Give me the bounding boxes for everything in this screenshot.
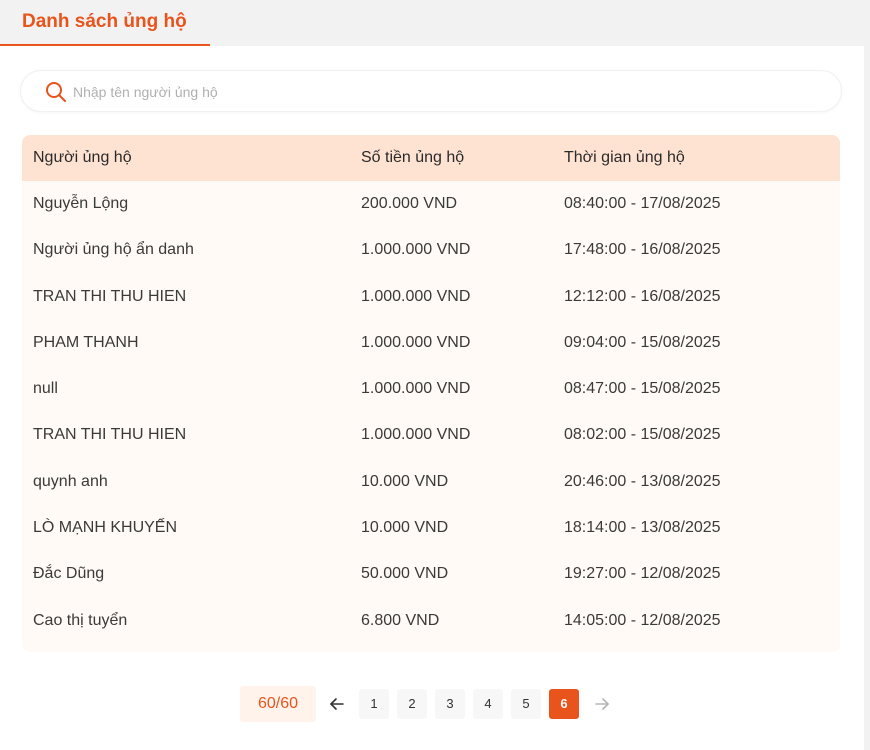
page-button-6-current[interactable]: 6 xyxy=(549,689,579,719)
table-row: quynh anh 10.000 VND 20:46:00 - 13/08/20… xyxy=(22,459,840,505)
donation-amount: 1.000.000 VND xyxy=(361,241,471,259)
table-row: TRAN THI THU HIEN 1.000.000 VND 12:12:00… xyxy=(22,274,840,320)
tab-donation-list[interactable]: Danh sách ủng hộ xyxy=(0,0,210,46)
donor-name: Cao thị tuyển xyxy=(33,611,128,629)
donor-name: Người ủng hộ ẩn danh xyxy=(33,241,194,259)
donor-name: LÒ MẠNH KHUYẾN xyxy=(33,519,178,537)
table-row: Cao thị tuyển 6.800 VND 14:05:00 - 12/08… xyxy=(22,598,840,644)
table-row: null 1.000.000 VND 08:47:00 - 15/08/2025 xyxy=(22,366,840,412)
tab-bar: Danh sách ủng hộ xyxy=(0,0,870,46)
donor-name: PHAM THANH xyxy=(33,333,139,351)
page-button-3[interactable]: 3 xyxy=(435,689,465,719)
donation-time: 20:46:00 - 13/08/2025 xyxy=(564,472,721,490)
search-box[interactable] xyxy=(20,70,842,112)
donation-table: Người ủng hộ Số tiền ủng hộ Thời gian ủn… xyxy=(22,135,840,652)
table-row: Người ủng hộ ẩn danh 1.000.000 VND 17:48… xyxy=(22,227,840,273)
donor-name: TRAN THI THU HIEN xyxy=(33,287,187,305)
table-row: TRAN THI THU HIEN 1.000.000 VND 08:02:00… xyxy=(22,412,840,458)
donor-name: Đắc Dũng xyxy=(33,565,105,583)
donation-time: 18:14:00 - 13/08/2025 xyxy=(564,519,721,537)
donation-amount: 1.000.000 VND xyxy=(361,287,471,305)
table-row: Nguyễn Lộng 200.000 VND 08:40:00 - 17/08… xyxy=(22,181,840,227)
next-page-button[interactable] xyxy=(587,689,617,719)
table-body: Nguyễn Lộng 200.000 VND 08:40:00 - 17/08… xyxy=(22,181,840,652)
donor-name: Nguyễn Lộng xyxy=(33,195,129,212)
column-header-time: Thời gian ủng hộ xyxy=(564,149,685,166)
donation-amount: 10.000 VND xyxy=(361,519,449,537)
table-row: Đắc Dũng 50.000 VND 19:27:00 - 12/08/202… xyxy=(22,551,840,597)
donation-amount: 10.000 VND xyxy=(361,472,449,490)
prev-page-button[interactable] xyxy=(322,689,352,719)
donor-name: TRAN THI THU HIEN xyxy=(33,426,187,444)
donation-time: 19:27:00 - 12/08/2025 xyxy=(564,565,721,583)
table-row: PHAM THANH 1.000.000 VND 09:04:00 - 15/0… xyxy=(22,320,840,366)
table-header: Người ủng hộ Số tiền ủng hộ Thời gian ủn… xyxy=(22,135,840,181)
page-button-4[interactable]: 4 xyxy=(473,689,503,719)
donation-time: 17:48:00 - 16/08/2025 xyxy=(564,241,721,259)
donation-time: 12:12:00 - 16/08/2025 xyxy=(564,287,721,305)
donation-time: 08:02:00 - 15/08/2025 xyxy=(564,426,721,444)
donation-time: 08:40:00 - 17/08/2025 xyxy=(564,195,721,212)
table-row: LÒ MẠNH KHUYẾN 10.000 VND 18:14:00 - 13/… xyxy=(22,505,840,551)
donation-time: 08:47:00 - 15/08/2025 xyxy=(564,380,721,398)
search-input[interactable] xyxy=(71,77,815,107)
search-icon xyxy=(45,81,67,103)
page-count-label: 60/60 xyxy=(240,686,316,722)
donation-amount: 1.000.000 VND xyxy=(361,426,471,444)
page-button-5[interactable]: 5 xyxy=(511,689,541,719)
column-header-amount: Số tiền ủng hộ xyxy=(361,149,465,166)
column-header-donor: Người ủng hộ xyxy=(33,149,132,166)
donation-amount: 1.000.000 VND xyxy=(361,380,471,398)
content-panel: Người ủng hộ Số tiền ủng hộ Thời gian ủn… xyxy=(0,46,864,750)
donation-amount: 200.000 VND xyxy=(361,195,458,212)
donor-name: null xyxy=(33,380,58,398)
donation-amount: 50.000 VND xyxy=(361,565,449,583)
donation-amount: 1.000.000 VND xyxy=(361,333,471,351)
donation-time: 09:04:00 - 15/08/2025 xyxy=(564,333,721,351)
page-button-2[interactable]: 2 xyxy=(397,689,427,719)
donation-amount: 6.800 VND xyxy=(361,611,440,629)
donation-time: 14:05:00 - 12/08/2025 xyxy=(564,611,721,629)
donor-name: quynh anh xyxy=(33,472,108,490)
page-button-1[interactable]: 1 xyxy=(359,689,389,719)
